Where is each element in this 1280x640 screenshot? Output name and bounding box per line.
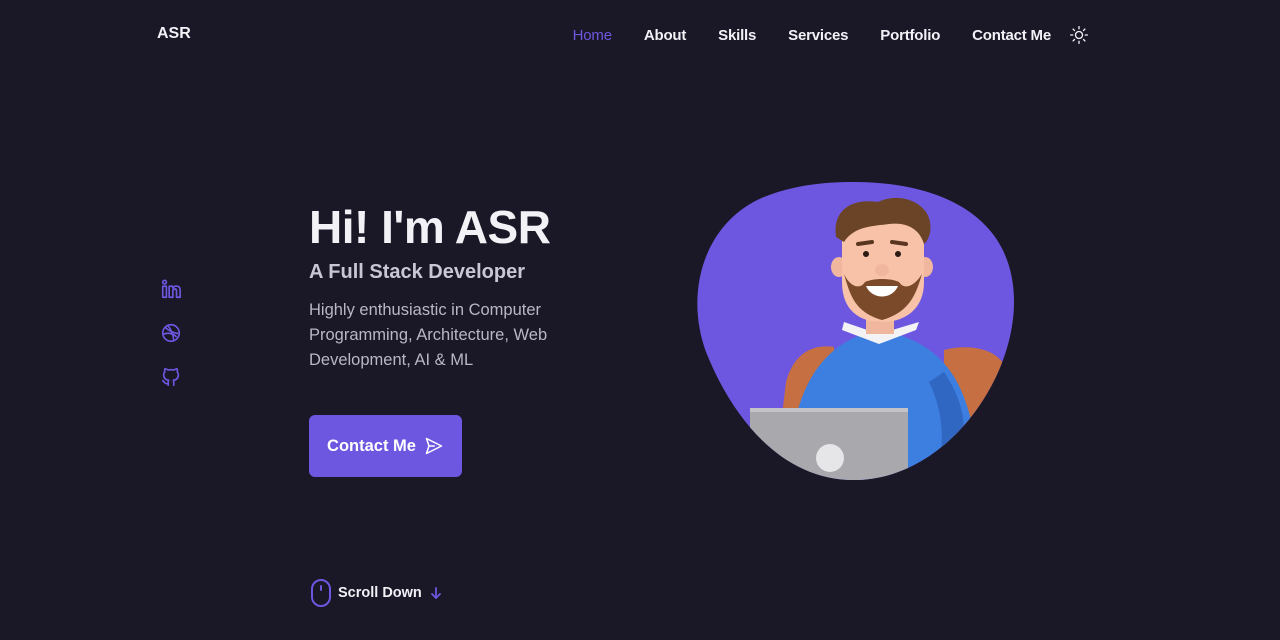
mouse-icon <box>311 579 331 607</box>
hero-subtitle: A Full Stack Developer <box>309 261 525 284</box>
main-nav: Home About Skills Services Portfolio Con… <box>573 25 1089 45</box>
nav-services[interactable]: Services <box>788 27 848 44</box>
dribbble-link[interactable] <box>160 322 182 344</box>
linkedin-link[interactable] <box>160 278 182 300</box>
hero-description: Highly enthusiastic in Computer Programm… <box>309 301 548 370</box>
dribbble-icon <box>161 323 181 343</box>
hero-section: Hi! I'm ASR A Full Stack Developer Highl… <box>309 200 609 373</box>
social-links <box>160 278 182 388</box>
github-link[interactable] <box>160 366 182 388</box>
scroll-down-label: Scroll Down <box>338 585 422 601</box>
scroll-down-link[interactable]: Scroll Down <box>310 578 444 608</box>
arrow-down-icon <box>430 587 441 599</box>
logo-link[interactable]: ASR <box>157 25 191 43</box>
developer-avatar-illustration <box>697 182 1014 480</box>
nav-contact[interactable]: Contact Me <box>972 27 1051 44</box>
contact-me-button[interactable]: Contact Me <box>309 415 462 477</box>
nav-home[interactable]: Home <box>573 27 612 44</box>
send-icon <box>425 437 443 455</box>
nav-portfolio[interactable]: Portfolio <box>880 27 940 44</box>
contact-me-label: Contact Me <box>327 436 416 455</box>
nav-skills[interactable]: Skills <box>718 27 756 44</box>
site-header: ASR Home About Skills Services Portfolio… <box>0 0 1280 68</box>
github-icon <box>161 367 180 387</box>
sun-icon[interactable] <box>1069 25 1089 45</box>
linkedin-icon <box>161 279 181 299</box>
hero-title: Hi! I'm ASR <box>309 201 551 253</box>
nav-about[interactable]: About <box>644 27 687 44</box>
